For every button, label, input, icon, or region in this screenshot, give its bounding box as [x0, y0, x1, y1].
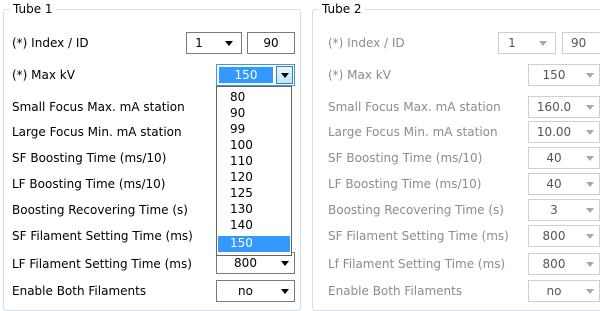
tube1-maxkv-value: 150 [219, 67, 273, 83]
chevron-down-icon [539, 41, 547, 46]
tube1-enable-both-label: Enable Both Filaments [12, 284, 147, 298]
tube2-id-field[interactable]: 90 [562, 32, 600, 54]
tube2-small-focus-label: Small Focus Max. mA station [328, 100, 501, 114]
tube2-small-focus-value: 160.0 [536, 100, 572, 114]
tube1-sf-filament-label: SF Filament Setting Time (ms) [12, 229, 193, 243]
chevron-down-icon [586, 130, 594, 135]
tube1-small-focus-label: Small Focus Max. mA station [12, 100, 185, 114]
chevron-down-icon [586, 73, 594, 78]
chevron-down-icon [586, 208, 594, 213]
tube2-lf-filament-label: Lf Filament Setting Time (ms) [328, 257, 506, 271]
chevron-down-icon [586, 105, 594, 110]
tube1-lf-boost-label: LF Boosting Time (ms/10) [12, 177, 166, 191]
chevron-down-icon [586, 182, 594, 187]
tube2-sf-filament-value: 800 [542, 229, 566, 243]
tube2-lf-filament-select[interactable]: 800 [528, 253, 600, 275]
tube2-boost-recover-label: Boosting Recovering Time (s) [328, 203, 504, 217]
tube2-large-focus-select[interactable]: 10.00 [528, 121, 600, 143]
tube1-maxkv-label: (*) Max kV [12, 68, 75, 82]
tube2-enable-both-label: Enable Both Filaments [328, 284, 463, 298]
tube1-id-value: 90 [263, 36, 279, 50]
tube2-id-value: 90 [571, 36, 587, 50]
dropdown-option-selected[interactable]: 150 [218, 236, 290, 252]
chevron-down-icon [281, 73, 289, 78]
tube2-sf-boost-select[interactable]: 40 [528, 147, 600, 169]
tube2-large-focus-value: 10.00 [536, 125, 572, 139]
tube2-enable-both-select[interactable]: no [528, 280, 600, 302]
tube1-index-label: (*) Index / ID [12, 36, 89, 50]
tube1-sf-boost-label: SF Boosting Time (ms/10) [12, 151, 167, 165]
tube1-id-field[interactable]: 90 [247, 32, 295, 54]
tube1-lf-filament-label: LF Filament Setting Time (ms) [12, 257, 192, 271]
dropdown-option[interactable]: 140 [218, 218, 290, 234]
chevron-down-icon [281, 261, 289, 266]
chevron-down-icon [586, 262, 594, 267]
tube2-index-label: (*) Index / ID [328, 36, 405, 50]
tube2-title: Tube 2 [319, 1, 365, 17]
tube1-enable-both-select[interactable]: no [216, 280, 295, 302]
tube2-maxkv-select[interactable]: 150 [528, 64, 600, 86]
tube1-index-select[interactable]: 1 [186, 32, 242, 54]
tube2-boost-recover-select[interactable]: 3 [528, 199, 600, 221]
tube1-enable-both-value: no [238, 284, 253, 298]
dropdown-option[interactable]: 110 [218, 154, 290, 170]
tube1-large-focus-label: Large Focus Min. mA station [12, 125, 182, 139]
dropdown-option[interactable]: 125 [218, 186, 290, 202]
tube1-title: Tube 1 [10, 1, 56, 17]
tube1-maxkv-dropdown-button[interactable] [276, 66, 293, 84]
tube2-maxkv-label: (*) Max kV [328, 68, 391, 82]
dropdown-option[interactable]: 99 [218, 122, 290, 138]
tube2-sf-boost-value: 40 [546, 151, 562, 165]
tube1-maxkv-combo[interactable]: 150 [216, 64, 295, 86]
tube1-index-value: 1 [195, 36, 203, 50]
tube2-maxkv-value: 150 [542, 68, 566, 82]
chevron-down-icon [281, 289, 289, 294]
tube2-enable-both-value: no [546, 284, 562, 298]
dropdown-option[interactable]: 90 [218, 106, 290, 122]
dropdown-option[interactable]: 120 [218, 170, 290, 186]
tube2-sf-filament-label: SF Filament Setting Time (ms) [328, 229, 509, 243]
tube2-lf-filament-value: 800 [542, 257, 566, 271]
chevron-down-icon [586, 156, 594, 161]
tube2-sf-filament-select[interactable]: 800 [528, 225, 600, 247]
tube2-lf-boost-value: 40 [546, 177, 562, 191]
tube1-maxkv-dropdown-list: 80 90 99 100 110 120 125 130 140 150 [216, 86, 292, 256]
dropdown-option[interactable]: 100 [218, 138, 290, 154]
tube2-boost-recover-value: 3 [550, 203, 558, 217]
dropdown-option[interactable]: 80 [218, 90, 290, 106]
chevron-down-icon [586, 289, 594, 294]
tube2-sf-boost-label: SF Boosting Time (ms/10) [328, 151, 483, 165]
tube2-lf-boost-select[interactable]: 40 [528, 173, 600, 195]
dropdown-option[interactable]: 130 [218, 202, 290, 218]
tube2-lf-boost-label: LF Boosting Time (ms/10) [328, 177, 482, 191]
tube2-index-value: 1 [508, 36, 516, 50]
chevron-down-icon [225, 41, 233, 46]
chevron-down-icon [586, 234, 594, 239]
tube2-small-focus-select[interactable]: 160.0 [528, 96, 600, 118]
tube2-index-select[interactable]: 1 [498, 32, 556, 54]
tube2-large-focus-label: Large Focus Min. mA station [328, 125, 498, 139]
tube1-boost-recover-label: Boosting Recovering Time (s) [12, 203, 188, 217]
tube1-lf-filament-value: 800 [234, 256, 257, 270]
